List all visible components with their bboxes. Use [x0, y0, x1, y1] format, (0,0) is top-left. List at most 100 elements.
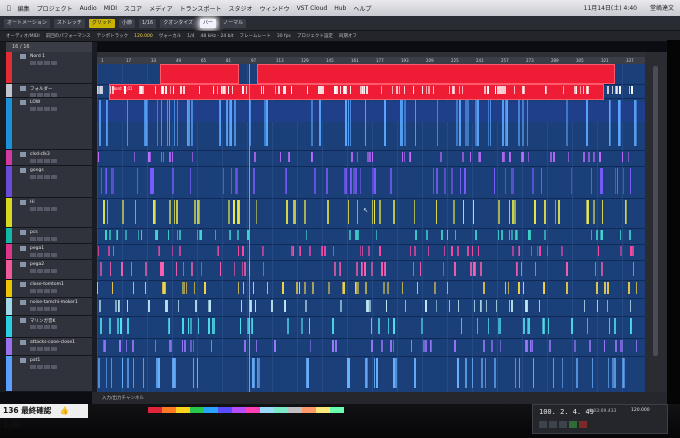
midi-event[interactable]: [322, 86, 324, 94]
midi-event[interactable]: [534, 200, 536, 224]
info-field[interactable]: 同期オフ: [339, 33, 357, 39]
midi-event[interactable]: [366, 86, 368, 94]
midi-event[interactable]: [414, 200, 415, 224]
midi-event[interactable]: [414, 246, 416, 256]
midi-event[interactable]: [332, 318, 334, 334]
midi-event[interactable]: [532, 340, 533, 352]
midi-event[interactable]: [327, 200, 329, 224]
midi-event[interactable]: [387, 282, 389, 294]
mute-button[interactable]: [30, 269, 36, 273]
midi-event[interactable]: [487, 86, 489, 94]
midi-event[interactable]: [365, 282, 367, 294]
midi-event[interactable]: [258, 358, 260, 388]
arrange-area[interactable]: Nord 1_01 ↖: [97, 64, 645, 392]
transport-position[interactable]: 100. 2. 4. 49: [539, 408, 594, 416]
midi-event[interactable]: [229, 230, 230, 240]
midi-event[interactable]: [177, 230, 178, 240]
midi-event[interactable]: [498, 200, 500, 224]
midi-event[interactable]: [232, 86, 233, 94]
track-name[interactable]: pcs: [30, 230, 38, 235]
midi-event[interactable]: [410, 152, 411, 162]
midi-event[interactable]: [230, 230, 231, 240]
midi-event[interactable]: [215, 230, 216, 240]
midi-event[interactable]: [594, 152, 595, 162]
track-name[interactable]: pat1: [30, 358, 40, 363]
midi-event[interactable]: [458, 300, 459, 312]
midi-event[interactable]: [266, 100, 268, 146]
midi-event[interactable]: [133, 358, 134, 388]
midi-event[interactable]: [626, 200, 627, 224]
midi-event[interactable]: [428, 246, 429, 256]
midi-event[interactable]: [381, 262, 383, 276]
track-header[interactable]: attacks-cone-close1: [6, 338, 92, 356]
midi-event[interactable]: [204, 282, 206, 294]
midi-event[interactable]: [153, 200, 154, 224]
midi-event[interactable]: [155, 86, 156, 94]
midi-event[interactable]: [378, 318, 380, 334]
write-button[interactable]: [51, 207, 57, 211]
midi-event[interactable]: [477, 100, 479, 146]
midi-event[interactable]: [539, 246, 541, 256]
track-header[interactable]: LOW: [6, 98, 92, 150]
color-swatch[interactable]: [232, 407, 246, 413]
midi-event[interactable]: [244, 340, 246, 352]
write-button[interactable]: [51, 93, 57, 97]
solo-button[interactable]: [37, 307, 43, 311]
midi-event[interactable]: [601, 262, 603, 276]
midi-event[interactable]: [184, 340, 186, 352]
midi-event[interactable]: [261, 86, 262, 94]
toolbar-button[interactable]: グリッド: [88, 18, 115, 28]
midi-event[interactable]: [515, 358, 516, 388]
write-button[interactable]: [51, 365, 57, 369]
midi-event[interactable]: [514, 200, 516, 224]
midi-event[interactable]: [97, 282, 98, 294]
midi-event[interactable]: [509, 152, 511, 162]
midi-event[interactable]: [402, 282, 403, 294]
midi-event[interactable]: [621, 340, 623, 352]
midi-event[interactable]: [617, 168, 618, 194]
midi-event[interactable]: [587, 318, 588, 334]
midi-event[interactable]: [512, 168, 514, 194]
midi-event[interactable]: [309, 246, 311, 256]
midi-event[interactable]: [395, 358, 397, 388]
midi-event[interactable]: [188, 100, 190, 146]
midi-event[interactable]: [464, 168, 466, 194]
color-swatch[interactable]: [260, 407, 274, 413]
mute-button[interactable]: [30, 207, 36, 211]
midi-event[interactable]: [311, 100, 313, 146]
midi-event[interactable]: [553, 152, 555, 162]
midi-event[interactable]: [180, 86, 182, 94]
midi-event[interactable]: [233, 200, 235, 224]
midi-event[interactable]: [197, 358, 198, 388]
toolbar-button[interactable]: 小節: [118, 18, 135, 28]
midi-event[interactable]: [494, 358, 496, 388]
midi-event[interactable]: [117, 230, 118, 240]
midi-event[interactable]: [184, 282, 185, 294]
mute-button[interactable]: [30, 365, 36, 369]
midi-event[interactable]: [252, 318, 253, 334]
midi-event[interactable]: [222, 86, 224, 94]
read-button[interactable]: [44, 175, 50, 179]
mute-button[interactable]: [30, 107, 36, 111]
midi-event[interactable]: [188, 318, 189, 334]
midi-event[interactable]: [518, 100, 520, 146]
write-button[interactable]: [51, 269, 57, 273]
midi-event[interactable]: [509, 230, 510, 240]
midi-event[interactable]: [133, 282, 134, 294]
midi-event[interactable]: [555, 200, 556, 224]
midi-event[interactable]: [426, 86, 427, 94]
midi-event[interactable]: [238, 200, 240, 224]
midi-event[interactable]: [274, 340, 275, 352]
midi-event[interactable]: [508, 282, 509, 294]
midi-event[interactable]: [622, 152, 623, 162]
read-button[interactable]: [44, 159, 50, 163]
midi-event[interactable]: [504, 152, 505, 162]
midi-event[interactable]: [371, 318, 372, 334]
midi-event[interactable]: [243, 282, 244, 294]
midi-event[interactable]: [250, 300, 252, 312]
midi-event[interactable]: [386, 300, 387, 312]
midi-event[interactable]: [332, 340, 334, 352]
solo-button[interactable]: [37, 237, 43, 241]
midi-event[interactable]: [127, 358, 129, 388]
midi-event[interactable]: [558, 200, 560, 224]
